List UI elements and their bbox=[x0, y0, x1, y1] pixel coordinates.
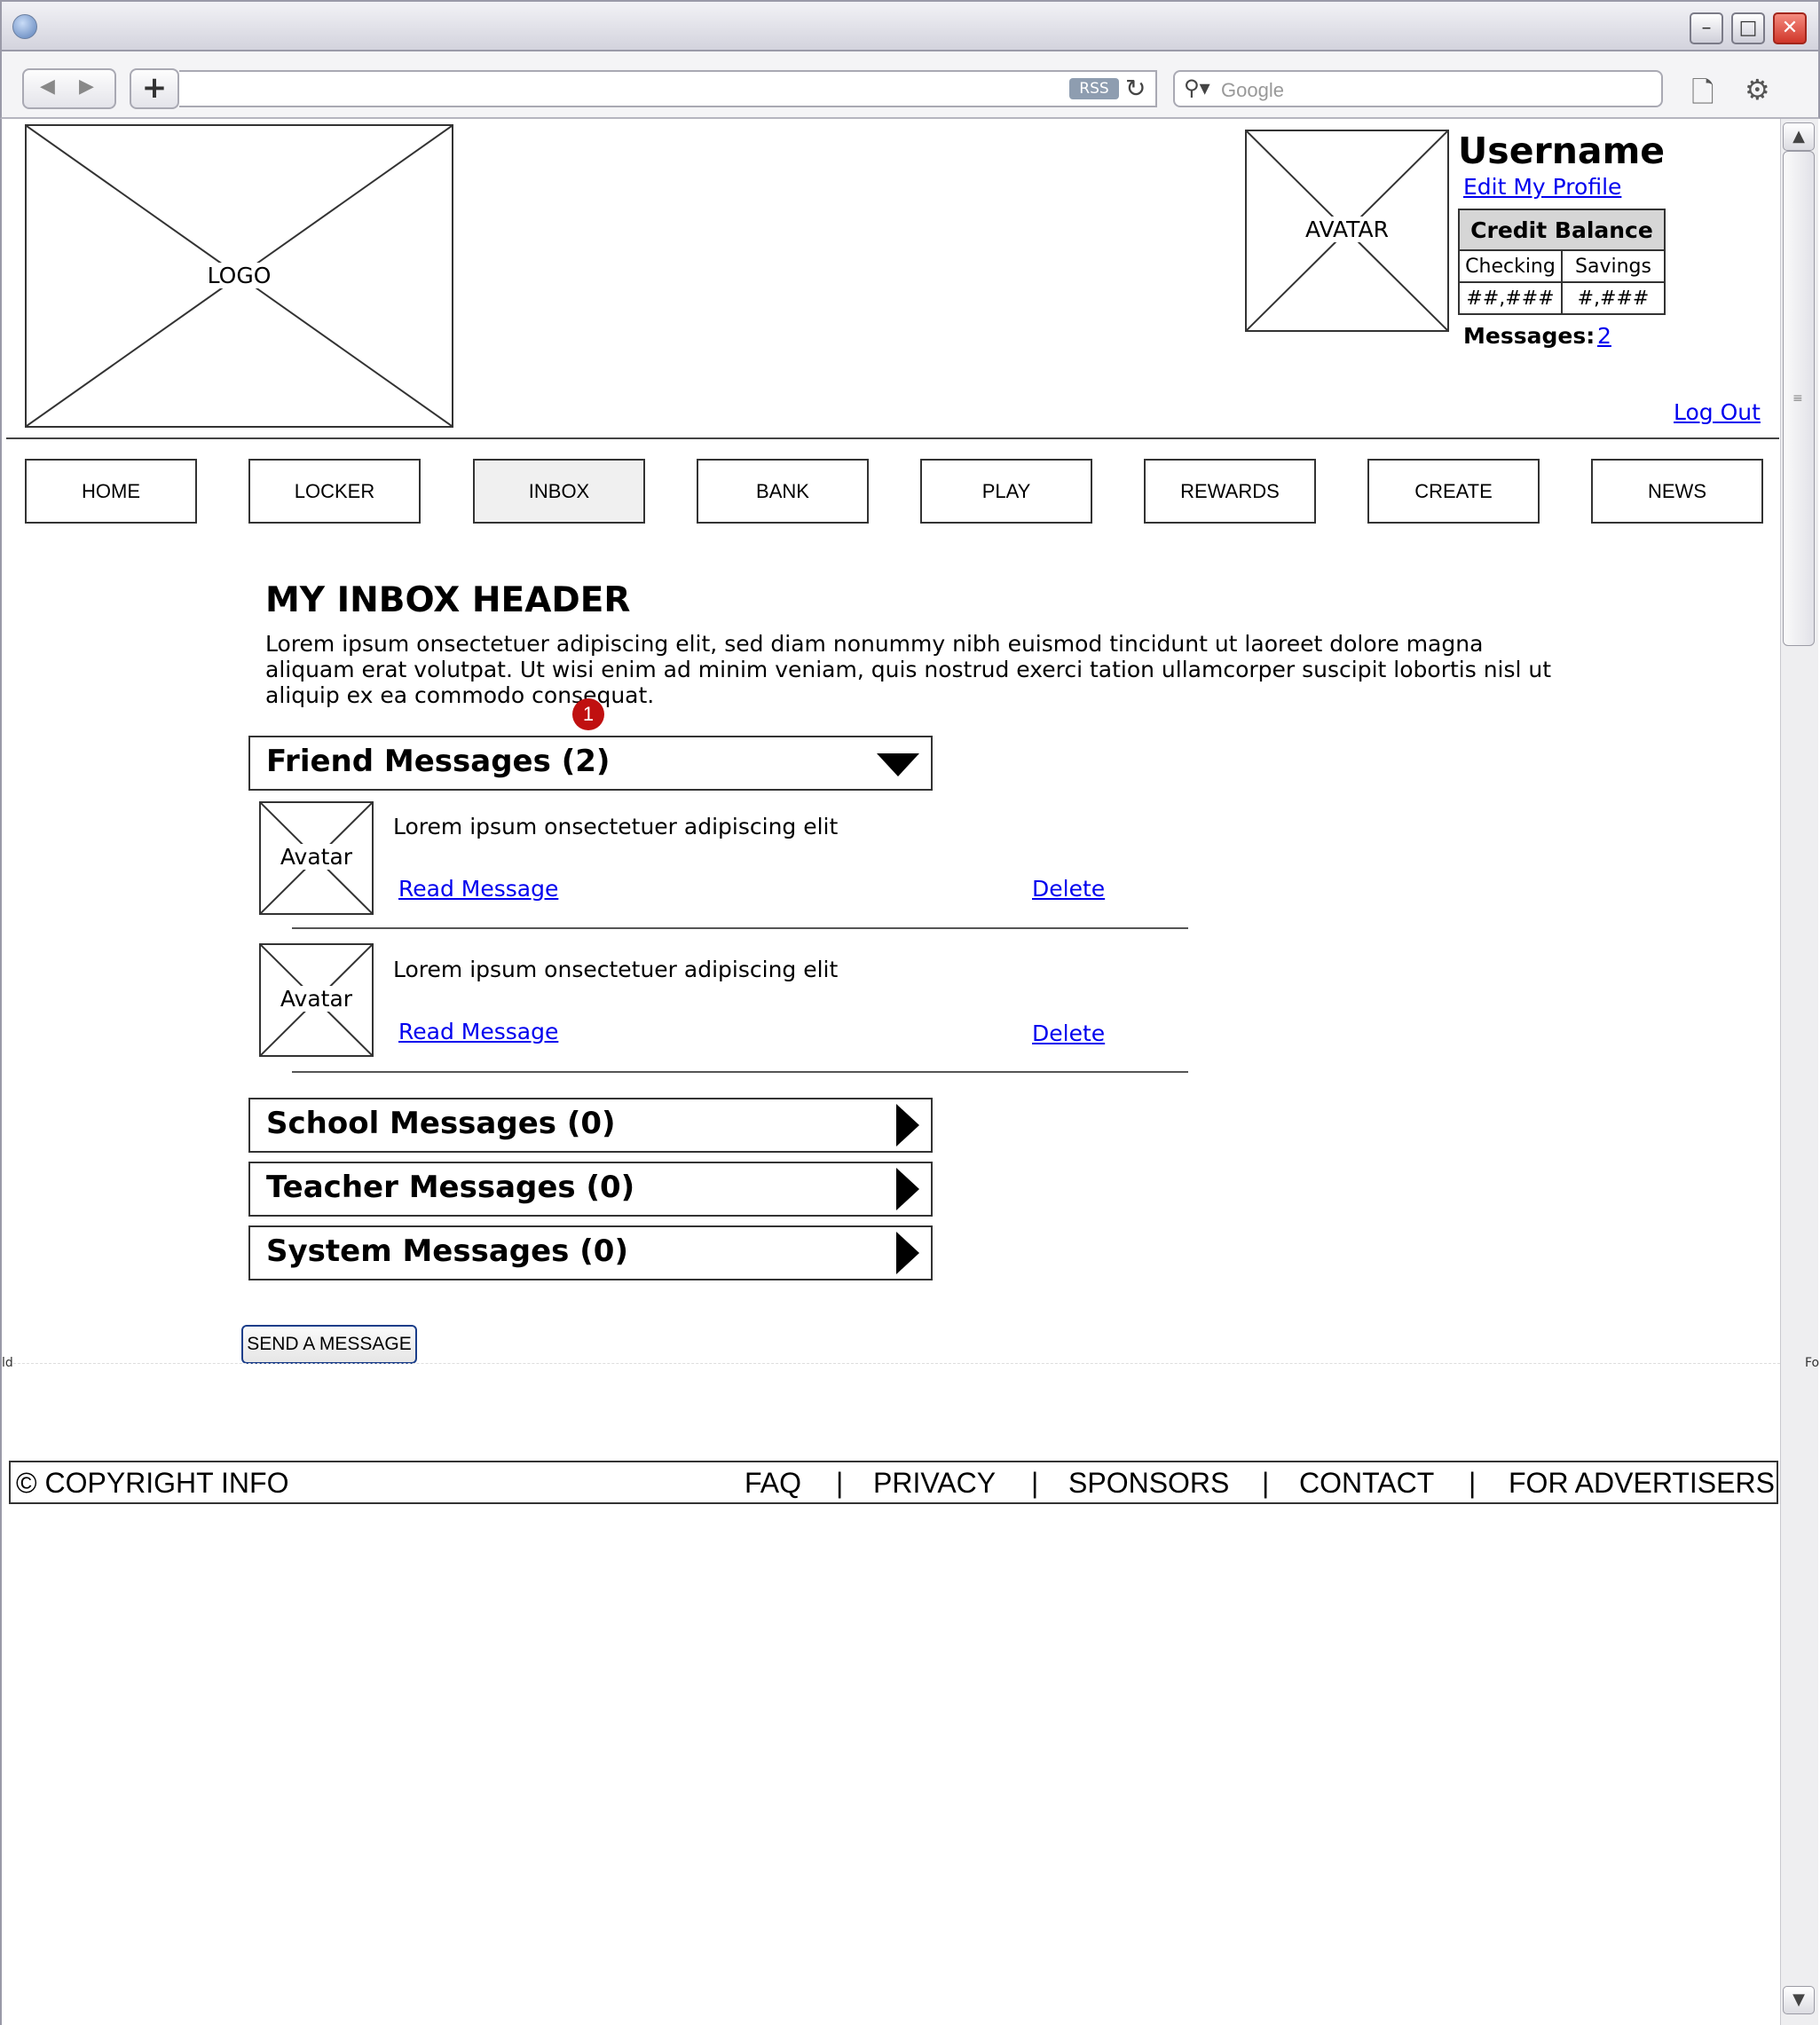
nav-inbox[interactable]: INBOX bbox=[473, 459, 645, 524]
savings-value: #,### bbox=[1561, 281, 1666, 315]
scroll-down-arrow-icon[interactable]: ▼ bbox=[1783, 1986, 1815, 2014]
nav-create[interactable]: CREATE bbox=[1367, 459, 1540, 524]
savings-label: Savings bbox=[1561, 249, 1666, 283]
friend-messages-accordion[interactable]: Friend Messages (2) bbox=[248, 736, 933, 791]
page-menu-icon[interactable]: 🗋 bbox=[1691, 73, 1714, 121]
address-bar[interactable] bbox=[179, 70, 1157, 107]
footer-link-advertisers[interactable]: FOR ADVERTISERS bbox=[1509, 1467, 1775, 1500]
nav-bank[interactable]: BANK bbox=[697, 459, 869, 524]
reload-icon[interactable]: ↻ bbox=[1125, 73, 1152, 105]
window-titlebar bbox=[0, 0, 1820, 51]
message-divider bbox=[292, 927, 1188, 929]
messages-label: Messages: bbox=[1463, 323, 1595, 349]
system-messages-title: System Messages (0) bbox=[266, 1233, 628, 1269]
send-message-button[interactable]: SEND A MESSAGE bbox=[241, 1325, 417, 1364]
school-messages-accordion[interactable]: School Messages (0) bbox=[248, 1098, 933, 1153]
scroll-up-arrow-icon[interactable]: ▲ bbox=[1783, 122, 1815, 151]
username: Username bbox=[1458, 130, 1666, 172]
message-avatar-label: Avatar bbox=[261, 986, 372, 1012]
window-left-border bbox=[0, 119, 2, 2025]
footer-separator: | bbox=[1262, 1467, 1270, 1499]
edit-profile-link[interactable]: Edit My Profile bbox=[1463, 174, 1621, 200]
back-forward-buttons[interactable]: ◀ ▶ bbox=[22, 68, 116, 109]
nav-news[interactable]: NEWS bbox=[1591, 459, 1763, 524]
footer-link-sponsors[interactable]: SPONSORS bbox=[1068, 1467, 1229, 1500]
nav-locker[interactable]: LOCKER bbox=[248, 459, 421, 524]
rss-badge[interactable]: RSS bbox=[1069, 78, 1119, 99]
intro-paragraph: Lorem ipsum onsectetuer adipiscing elit,… bbox=[265, 631, 1552, 708]
close-button[interactable]: ✕ bbox=[1773, 12, 1807, 44]
message-avatar-label: Avatar bbox=[261, 844, 372, 870]
credit-balance-title: Credit Balance bbox=[1458, 209, 1666, 251]
footer-link-privacy[interactable]: PRIVACY bbox=[873, 1467, 996, 1500]
footer-link-contact[interactable]: CONTACT bbox=[1299, 1467, 1434, 1500]
annotation-badge: 1 bbox=[572, 698, 604, 730]
scrollbar-thumb[interactable]: ≡ bbox=[1783, 151, 1815, 646]
fold-marker-left: ld bbox=[2, 1356, 13, 1370]
messages-count-link[interactable]: 2 bbox=[1597, 323, 1611, 349]
nav-home[interactable]: HOME bbox=[25, 459, 197, 524]
message-avatar[interactable]: Avatar bbox=[259, 943, 374, 1057]
collapsed-triangle-icon[interactable] bbox=[896, 1168, 919, 1210]
footer-separator: | bbox=[1469, 1467, 1477, 1499]
logo-placeholder[interactable]: LOGO bbox=[25, 124, 453, 428]
school-messages-title: School Messages (0) bbox=[266, 1106, 616, 1141]
logout-link[interactable]: Log Out bbox=[1674, 399, 1761, 425]
search-field[interactable]: ⚲▾ Google bbox=[1173, 70, 1663, 107]
read-message-link[interactable]: Read Message bbox=[398, 1019, 558, 1044]
checking-value: ##,### bbox=[1458, 281, 1563, 315]
friend-messages-title: Friend Messages (2) bbox=[266, 744, 611, 779]
message-preview: Lorem ipsum onsectetuer adipiscing elit bbox=[393, 814, 839, 839]
expanded-triangle-icon[interactable] bbox=[877, 753, 919, 776]
footer-link-faq[interactable]: FAQ bbox=[745, 1467, 801, 1500]
footer-separator: | bbox=[836, 1467, 844, 1499]
header-divider bbox=[6, 437, 1779, 439]
message-avatar[interactable]: Avatar bbox=[259, 801, 374, 915]
teacher-messages-accordion[interactable]: Teacher Messages (0) bbox=[248, 1162, 933, 1217]
fold-marker-right: Fo bbox=[1805, 1356, 1820, 1370]
collapsed-triangle-icon[interactable] bbox=[896, 1104, 919, 1146]
footer: © COPYRIGHT INFO FAQ | PRIVACY | SPONSOR… bbox=[9, 1461, 1778, 1504]
new-tab-button[interactable]: + bbox=[130, 68, 179, 109]
checking-label: Checking bbox=[1458, 249, 1563, 283]
back-arrow-icon[interactable]: ◀ bbox=[40, 75, 55, 98]
browser-globe-icon bbox=[12, 14, 37, 39]
footer-separator: | bbox=[1031, 1467, 1039, 1499]
search-icon: ⚲▾ bbox=[1184, 75, 1210, 100]
avatar-label: AVATAR bbox=[1247, 217, 1447, 242]
system-messages-accordion[interactable]: System Messages (0) bbox=[248, 1225, 933, 1280]
page-title: MY INBOX HEADER bbox=[265, 580, 631, 620]
minimize-button[interactable]: – bbox=[1690, 12, 1723, 44]
delete-message-link[interactable]: Delete bbox=[1032, 1020, 1105, 1046]
message-divider bbox=[292, 1071, 1188, 1073]
nav-play[interactable]: PLAY bbox=[920, 459, 1092, 524]
logo-label: LOGO bbox=[27, 263, 452, 288]
user-avatar-placeholder[interactable]: AVATAR bbox=[1245, 130, 1449, 332]
copyright-text: © COPYRIGHT INFO bbox=[16, 1467, 289, 1499]
read-message-link[interactable]: Read Message bbox=[398, 876, 558, 902]
maximize-button[interactable]: □ bbox=[1731, 12, 1765, 44]
credit-balance-table: Credit Balance Checking Savings ##,### #… bbox=[1458, 209, 1666, 315]
message-preview: Lorem ipsum onsectetuer adipiscing elit bbox=[393, 957, 839, 982]
fold-line bbox=[9, 1363, 1780, 1364]
forward-arrow-icon[interactable]: ▶ bbox=[79, 75, 94, 98]
collapsed-triangle-icon[interactable] bbox=[896, 1232, 919, 1274]
nav-rewards[interactable]: REWARDS bbox=[1144, 459, 1316, 524]
search-placeholder: Google bbox=[1221, 79, 1284, 101]
delete-message-link[interactable]: Delete bbox=[1032, 876, 1105, 902]
settings-gear-icon[interactable]: ⚙ bbox=[1745, 73, 1770, 106]
teacher-messages-title: Teacher Messages (0) bbox=[266, 1170, 635, 1205]
